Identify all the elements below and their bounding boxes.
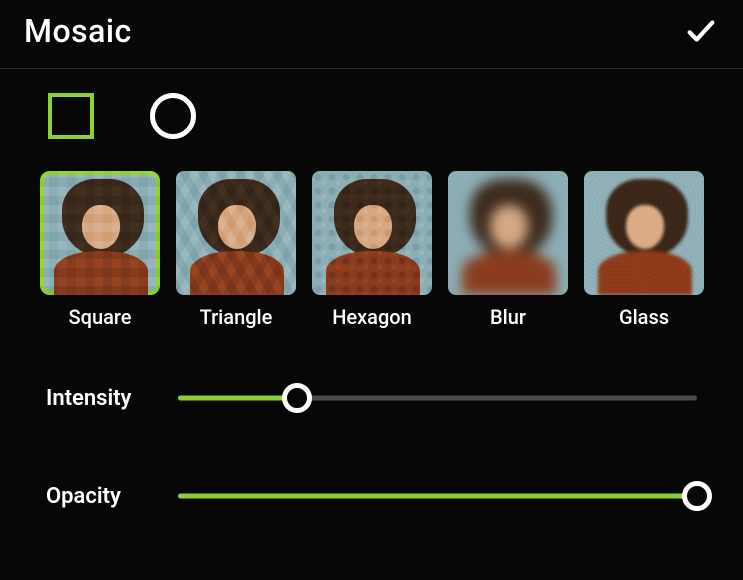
intensity-row: Intensity bbox=[46, 383, 697, 413]
effect-triangle[interactable]: Triangle bbox=[176, 171, 296, 329]
intensity-label: Intensity bbox=[46, 386, 178, 411]
intensity-slider[interactable] bbox=[178, 383, 697, 413]
effect-glass[interactable]: Glass bbox=[584, 171, 704, 329]
brush-shape-row bbox=[0, 69, 743, 171]
effect-thumb bbox=[312, 171, 432, 295]
effect-hexagon[interactable]: Hexagon bbox=[312, 171, 432, 329]
effect-thumb bbox=[448, 171, 568, 295]
effect-label: Square bbox=[69, 305, 132, 329]
slider-fill bbox=[178, 396, 297, 401]
opacity-label: Opacity bbox=[46, 484, 178, 509]
confirm-button[interactable] bbox=[683, 13, 719, 49]
effect-thumb bbox=[176, 171, 296, 295]
effects-row: Square Triangle Hexagon Blur Glass bbox=[0, 171, 743, 329]
header: Mosaic bbox=[0, 0, 743, 69]
brush-shape-circle[interactable] bbox=[146, 89, 200, 143]
effect-label: Glass bbox=[619, 305, 669, 329]
effect-label: Triangle bbox=[200, 305, 273, 329]
check-icon bbox=[684, 14, 718, 48]
opacity-row: Opacity bbox=[46, 481, 697, 511]
effect-blur[interactable]: Blur bbox=[448, 171, 568, 329]
sliders-section: Intensity Opacity bbox=[0, 329, 743, 511]
effect-label: Blur bbox=[490, 305, 526, 329]
circle-icon bbox=[150, 93, 196, 139]
opacity-slider[interactable] bbox=[178, 481, 697, 511]
slider-knob[interactable] bbox=[682, 481, 712, 511]
page-title: Mosaic bbox=[24, 12, 132, 50]
effect-square[interactable]: Square bbox=[40, 171, 160, 329]
slider-fill bbox=[178, 494, 697, 499]
effect-label: Hexagon bbox=[332, 305, 412, 329]
effect-thumb bbox=[40, 171, 160, 295]
brush-shape-square[interactable] bbox=[44, 89, 98, 143]
slider-knob[interactable] bbox=[282, 383, 312, 413]
square-icon bbox=[48, 93, 94, 139]
effect-thumb bbox=[584, 171, 704, 295]
